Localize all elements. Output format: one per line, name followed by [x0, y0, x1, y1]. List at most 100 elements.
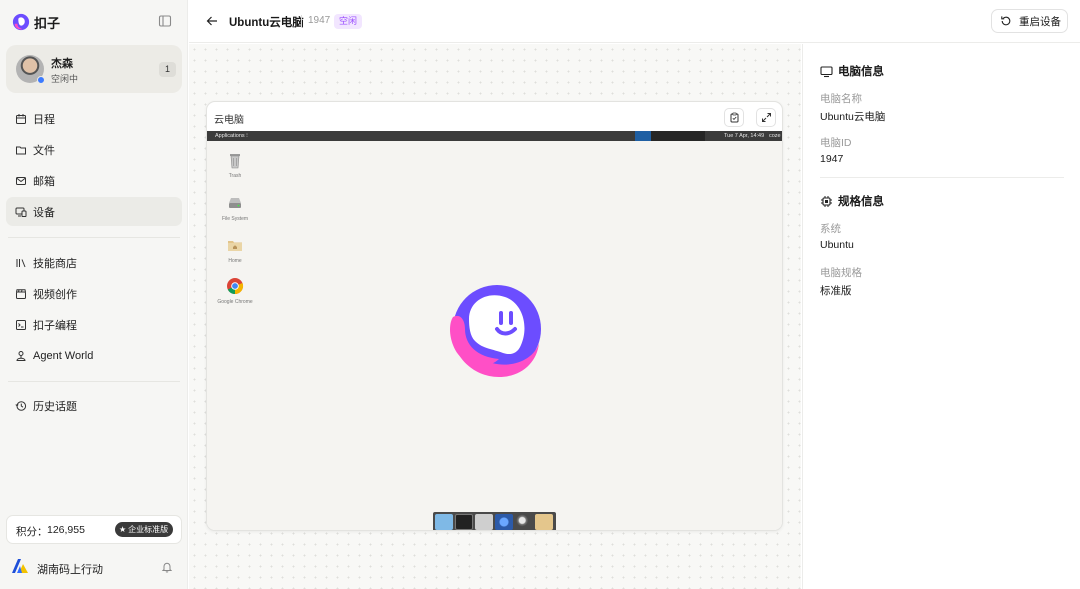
page-title: Ubuntu云电脑	[229, 17, 304, 29]
desktop-dock	[433, 512, 556, 530]
computer-name-value: Ubuntu云电脑	[820, 111, 886, 123]
terminal-icon	[16, 319, 26, 330]
dock-terminal-icon[interactable]	[455, 514, 473, 530]
desktop-icon-label: Trash	[228, 173, 242, 179]
page-header: Ubuntu云电脑 1947 空闲 重启设备	[189, 0, 1080, 43]
taskbar-area	[651, 131, 705, 141]
mail-icon	[16, 176, 26, 185]
sidebar-item-history[interactable]: 历史话题	[6, 391, 182, 420]
user-card[interactable]: 杰森 空闲中 1	[6, 45, 182, 93]
sidebar-item-label: 历史话题	[33, 400, 77, 413]
sidebar-item-agent-world[interactable]: Agent World	[6, 341, 182, 370]
restart-device-label: 重启设备	[1019, 15, 1061, 28]
library-icon	[16, 258, 26, 267]
dock-folder-icon[interactable]	[535, 514, 553, 530]
folder-icon	[16, 146, 26, 154]
os-label: 系统	[820, 223, 841, 235]
points-card[interactable]: 积分： 126,955 ★ 企业标准版	[6, 515, 182, 544]
section-title: 规格信息	[838, 196, 884, 208]
desktop-icon-home[interactable]: Home	[217, 236, 253, 264]
dock-browser-icon[interactable]	[495, 514, 513, 530]
sidebar-item-files[interactable]: 文件	[6, 135, 182, 164]
remote-desktop[interactable]: Applications ⁝ Tue 7 Apr, 14:49 coze Tra…	[207, 131, 782, 530]
sidebar-item-label: 设备	[33, 206, 55, 219]
points-label: 积分：	[16, 526, 48, 538]
app-root: 扣子 杰森 空闲中 1 日程 文件 邮箱 设备 技能商店 视频创作 扣子编程 A…	[0, 0, 1080, 589]
desktop-icon-trash[interactable]: Trash	[217, 151, 253, 179]
sidebar-item-coding[interactable]: 扣子编程	[6, 310, 182, 339]
sidebar-item-label: 文件	[33, 144, 55, 157]
dock-search-icon[interactable]	[515, 514, 533, 530]
panel-user[interactable]: coze	[769, 133, 781, 139]
spec-value: 标准版	[820, 285, 852, 297]
coze-mascot-logo-icon	[450, 285, 541, 377]
os-value: Ubuntu	[820, 239, 854, 251]
vm-panel: 云电脑 Applications ⁝ Tue 7 Apr, 14:49 coze…	[206, 101, 783, 531]
restart-device-button[interactable]: 重启设备	[991, 9, 1068, 33]
panel-clock: Tue 7 Apr, 14:49	[724, 132, 765, 139]
desktop-icon-label: Google Chrome	[217, 299, 253, 305]
user-name: 杰森	[51, 58, 73, 70]
desktop-icon-filesystem[interactable]: File System	[217, 194, 253, 222]
nav-group-main: 日程 文件 邮箱 设备	[6, 104, 182, 228]
device-canvas: 云电脑 Applications ⁝ Tue 7 Apr, 14:49 coze…	[189, 44, 801, 589]
applications-menu[interactable]: Applications ⁝	[215, 133, 248, 139]
user-count-badge: 1	[159, 62, 176, 77]
sidebar-divider	[8, 381, 180, 382]
computer-info-heading: 电脑信息	[820, 63, 884, 79]
desktop-icon-label: File System	[221, 216, 249, 222]
sidebar-toggle-icon[interactable]	[158, 14, 172, 28]
spec-label: 电脑规格	[820, 267, 862, 279]
sidebar-item-label: 视频创作	[33, 288, 77, 301]
sidebar-item-label: Agent World	[33, 349, 94, 362]
clipboard-icon	[730, 112, 738, 123]
clipboard-button[interactable]	[724, 108, 744, 127]
computer-id-label: 电脑ID	[820, 137, 852, 149]
monitor-icon	[820, 65, 833, 77]
workspace-indicator[interactable]	[635, 131, 651, 141]
plan-badge[interactable]: ★ 企业标准版	[115, 522, 174, 537]
status-badge: 空闲	[334, 14, 363, 29]
dock-files-icon[interactable]	[475, 514, 493, 530]
sidebar-divider	[8, 237, 180, 238]
sidebar-item-label: 日程	[33, 113, 55, 126]
sidebar-item-devices[interactable]: 设备	[6, 197, 182, 226]
sidebar-item-calendar[interactable]: 日程	[6, 104, 182, 133]
trash-icon	[230, 154, 240, 169]
computer-id-value: 1947	[820, 153, 844, 165]
sidebar-item-label: 技能商店	[33, 257, 77, 270]
online-status-dot	[37, 76, 45, 84]
desktop-top-panel: Applications ⁝ Tue 7 Apr, 14:49 coze	[207, 131, 782, 141]
org-name[interactable]: 湖南码上行动	[37, 561, 103, 577]
nav-group-tools: 技能商店 视频创作 扣子编程 Agent World	[6, 248, 182, 372]
chip-icon	[821, 195, 832, 207]
vm-panel-title: 云电脑	[214, 115, 244, 126]
sidebar-item-mail[interactable]: 邮箱	[6, 166, 182, 195]
computer-name-label: 电脑名称	[820, 93, 862, 105]
brand-name: 扣子	[34, 15, 61, 31]
sidebar-item-label: 扣子编程	[33, 319, 77, 332]
refresh-icon	[1001, 16, 1011, 26]
bell-icon[interactable]	[161, 561, 173, 573]
sidebar-item-video[interactable]: 视频创作	[6, 279, 182, 308]
coze-logo-icon	[12, 13, 30, 31]
home-folder-icon	[228, 241, 242, 251]
org-logo-icon	[12, 559, 28, 573]
sidebar-item-skill-store[interactable]: 技能商店	[6, 248, 182, 277]
calendar-icon	[16, 113, 26, 124]
device-id: 1947	[308, 15, 331, 26]
sidebar-item-label: 邮箱	[33, 175, 55, 188]
back-arrow-icon[interactable]	[205, 14, 219, 28]
section-title: 电脑信息	[838, 66, 884, 78]
desktop-icon-chrome[interactable]: Google Chrome	[217, 277, 253, 305]
device-info-panel: 电脑信息 电脑名称 Ubuntu云电脑 电脑ID 1947 规格信息 系统 Ub…	[802, 44, 1080, 589]
user-status: 空闲中	[51, 74, 79, 84]
nav-group-history: 历史话题	[6, 391, 182, 422]
fullscreen-button[interactable]	[756, 108, 776, 127]
plan-badge-label: 企业标准版	[128, 525, 169, 534]
brand[interactable]: 扣子	[12, 12, 60, 32]
chrome-icon	[227, 278, 244, 295]
dock-show-desktop-icon[interactable]	[435, 514, 453, 530]
star-icon: ★	[119, 525, 127, 534]
clapperboard-icon	[16, 288, 26, 299]
